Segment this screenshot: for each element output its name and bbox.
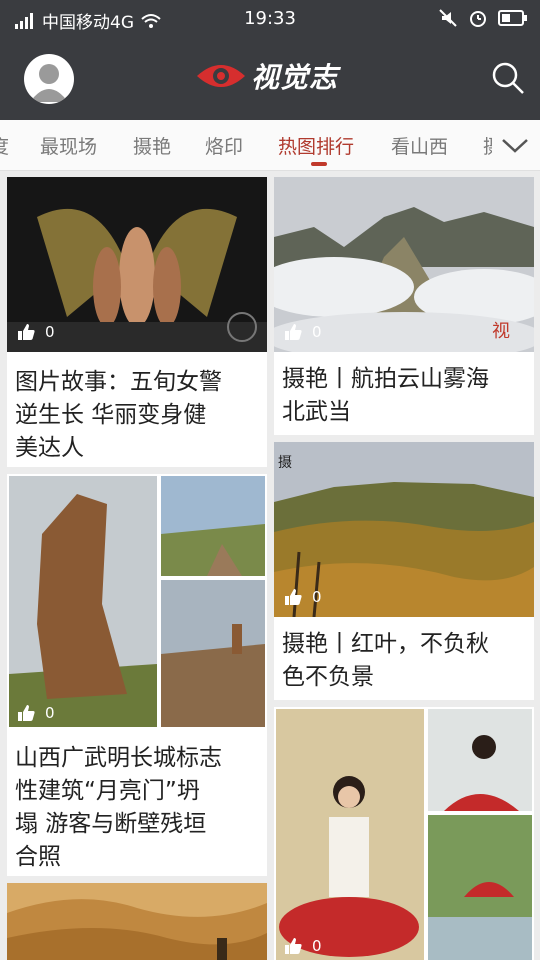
eye-logo-icon [197,65,245,87]
chevron-down-icon[interactable] [500,132,530,158]
app-header: 视觉志 [0,38,540,120]
article-image [7,474,267,729]
status-bar: 中国移动4G 19:33 [0,0,540,38]
user-icon [30,64,68,102]
article-title[interactable]: 摄艳丨航拍云山雾海 北武当 [282,363,532,429]
article-title[interactable]: 图片故事：五旬女警 逆生长 华丽变身健 美达人 [15,366,265,465]
tab-retupaihang[interactable]: 热图排行 [278,132,354,159]
active-tab-indicator [311,162,327,166]
article-title[interactable]: 摄艳丨红叶，不负秋 色不负景 [282,628,532,694]
tab-du[interactable]: 度 [0,132,9,159]
article-image [274,707,534,960]
article-card[interactable]: 0 [274,707,534,960]
avatar[interactable] [24,54,74,104]
app-logo: 视觉志 [195,56,338,96]
like-count: 0 [312,588,322,606]
alarm-icon [470,11,486,27]
article-card[interactable]: 0 山西广武明长城标志 性建筑“月亮门”坍 塌 游客与断壁残垣 合照 [7,474,267,876]
article-card[interactable]: 视 0 摄艳丨航拍云山雾海 北武当 [274,177,534,435]
search-icon[interactable] [490,60,526,96]
tab-zuixianchang[interactable]: 最现场 [40,132,97,159]
like-count: 0 [312,937,322,955]
tab-kanshanxi[interactable]: 看山西 [391,132,448,159]
mute-icon [439,9,457,27]
tab-sheyan[interactable]: 摄艳 [133,132,171,159]
thumbs-up-icon[interactable] [17,323,35,341]
svg-text:视: 视 [492,321,510,342]
article-card[interactable]: 摄 0 摄艳丨红叶，不负秋 色不负景 [274,442,534,700]
battery-icon [498,10,527,26]
like-count: 0 [45,323,55,341]
article-title[interactable]: 山西广武明长城标志 性建筑“月亮门”坍 塌 游客与断壁残垣 合照 [15,742,265,874]
thumbs-up-icon[interactable] [17,704,35,722]
like-count: 0 [312,323,322,341]
article-image [7,883,267,960]
logo-text: 视觉志 [251,61,339,94]
article-card[interactable]: 0 图片故事：五旬女警 逆生长 华丽变身健 美达人 [7,177,267,467]
thumbs-up-icon[interactable] [284,588,302,606]
like-count: 0 [45,704,55,722]
article-card[interactable] [7,883,267,960]
svg-text:摄: 摄 [278,455,292,471]
tab-laoyin[interactable]: 烙印 [205,132,243,159]
category-tabs: 度 最现场 摄艳 烙印 热图排行 看山西 摄 [0,120,540,171]
thumbs-up-icon[interactable] [284,323,302,341]
thumbs-up-icon[interactable] [284,937,302,955]
